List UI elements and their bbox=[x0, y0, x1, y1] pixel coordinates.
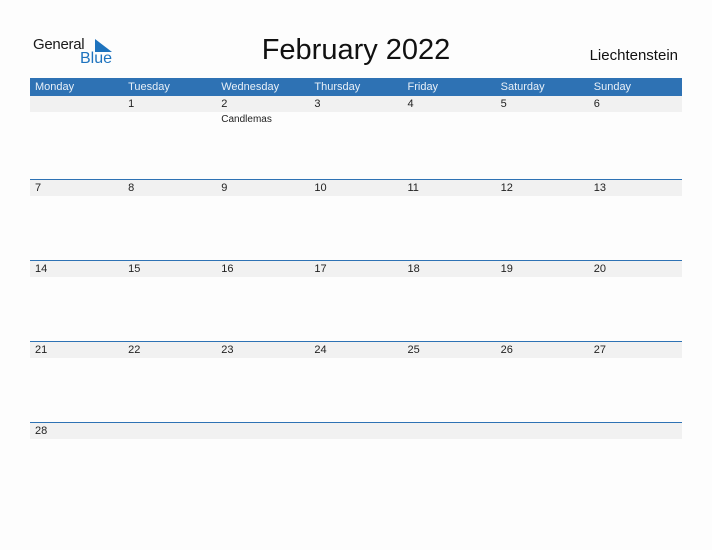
holiday-label: Candlemas bbox=[221, 114, 272, 125]
day-cell: 2 Candlemas bbox=[216, 96, 309, 125]
day-cell: 15 bbox=[123, 261, 216, 277]
day-number: 15 bbox=[128, 263, 141, 275]
day-cell bbox=[403, 423, 496, 439]
day-number: 25 bbox=[407, 344, 420, 356]
day-cell: 14 bbox=[30, 261, 123, 277]
day-number: 17 bbox=[314, 263, 327, 275]
weekday-sunday: Sunday bbox=[593, 81, 632, 93]
weekday-wednesday: Wednesday bbox=[221, 81, 280, 93]
day-number: 23 bbox=[221, 344, 234, 356]
day-number: 22 bbox=[128, 344, 141, 356]
day-cell: 19 bbox=[496, 261, 589, 277]
day-cell: 12 bbox=[496, 180, 589, 196]
day-number: 8 bbox=[128, 182, 135, 194]
weekday-thursday: Thursday bbox=[314, 81, 361, 93]
week-row: 1 2 Candlemas 3 4 5 6 bbox=[30, 96, 682, 179]
day-cell: 11 bbox=[403, 180, 496, 196]
day-number: 27 bbox=[593, 344, 606, 356]
week-date-band: 7 8 9 10 11 12 13 bbox=[30, 180, 682, 196]
day-number: 26 bbox=[500, 344, 513, 356]
day-cell: 18 bbox=[403, 261, 496, 277]
week-date-band: 28 bbox=[30, 423, 682, 439]
day-number: 1 bbox=[128, 98, 135, 110]
weekday-friday: Friday bbox=[407, 81, 439, 93]
day-number: 24 bbox=[314, 344, 327, 356]
day-number: 14 bbox=[35, 263, 48, 275]
day-cell: 5 bbox=[496, 96, 589, 112]
day-number: 16 bbox=[221, 263, 234, 275]
day-number: 11 bbox=[407, 182, 419, 194]
day-cell: 16 bbox=[216, 261, 309, 277]
week-row: 7 8 9 10 11 12 13 bbox=[30, 179, 682, 260]
day-cell: 17 bbox=[309, 261, 402, 277]
day-number: 20 bbox=[593, 263, 606, 275]
day-cell: 26 bbox=[496, 342, 589, 358]
day-cell: 7 bbox=[30, 180, 123, 196]
day-number: 4 bbox=[407, 98, 414, 110]
day-cell: 3 bbox=[309, 96, 402, 112]
day-cell bbox=[123, 423, 216, 439]
day-number: 9 bbox=[221, 182, 228, 194]
day-number: 18 bbox=[407, 263, 420, 275]
week-row: 28 bbox=[30, 422, 682, 442]
day-cell bbox=[496, 423, 589, 439]
week-date-band: 1 2 Candlemas 3 4 5 6 bbox=[30, 96, 682, 125]
calendar-grid: Monday Tuesday Wednesday Thursday Friday… bbox=[30, 78, 682, 442]
day-cell: 4 bbox=[403, 96, 496, 112]
day-cell: 27 bbox=[589, 342, 682, 358]
day-number: 3 bbox=[314, 98, 321, 110]
day-cell bbox=[216, 423, 309, 439]
day-cell bbox=[309, 423, 402, 439]
week-row: 21 22 23 24 25 26 27 bbox=[30, 341, 682, 422]
weekday-header: Monday Tuesday Wednesday Thursday Friday… bbox=[30, 78, 682, 96]
day-cell: 23 bbox=[216, 342, 309, 358]
day-cell: 8 bbox=[123, 180, 216, 196]
day-cell: 20 bbox=[589, 261, 682, 277]
day-cell: 25 bbox=[403, 342, 496, 358]
day-cell: 22 bbox=[123, 342, 216, 358]
day-cell bbox=[589, 423, 682, 439]
week-date-band: 14 15 16 17 18 19 20 bbox=[30, 261, 682, 277]
day-number: 13 bbox=[593, 182, 606, 194]
day-number: 6 bbox=[593, 98, 600, 110]
day-cell: 24 bbox=[309, 342, 402, 358]
day-number: 2 bbox=[221, 98, 228, 110]
day-cell: 21 bbox=[30, 342, 123, 358]
day-cell: 10 bbox=[309, 180, 402, 196]
day-cell: 13 bbox=[589, 180, 682, 196]
weekday-monday: Monday bbox=[35, 81, 75, 93]
weekday-saturday: Saturday bbox=[500, 81, 545, 93]
day-number: 5 bbox=[500, 98, 507, 110]
day-number: 21 bbox=[35, 344, 48, 356]
country-label: Liechtenstein bbox=[589, 47, 678, 64]
day-cell: 28 bbox=[30, 423, 123, 439]
day-number: 10 bbox=[314, 182, 327, 194]
day-cell: 1 bbox=[123, 96, 216, 112]
day-cell: 6 bbox=[589, 96, 682, 112]
day-number: 7 bbox=[35, 182, 42, 194]
week-date-band: 21 22 23 24 25 26 27 bbox=[30, 342, 682, 358]
day-number: 28 bbox=[35, 425, 48, 437]
day-cell: 9 bbox=[216, 180, 309, 196]
day-number: 19 bbox=[500, 263, 513, 275]
weekday-tuesday: Tuesday bbox=[128, 81, 170, 93]
week-row: 14 15 16 17 18 19 20 bbox=[30, 260, 682, 341]
day-cell bbox=[30, 96, 123, 112]
day-number: 12 bbox=[500, 182, 513, 194]
